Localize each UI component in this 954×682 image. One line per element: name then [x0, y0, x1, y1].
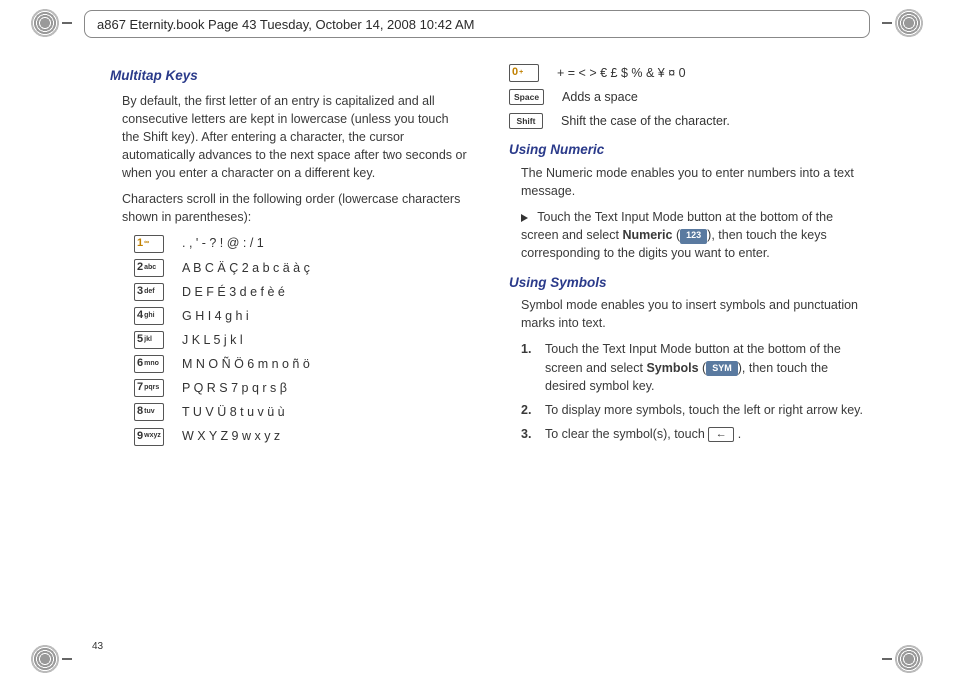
keycap-icon: 0+ [509, 64, 539, 82]
key-row: Shift Shift the case of the character. [509, 112, 868, 130]
keycap-word-icon: Shift [509, 113, 543, 129]
key-characters: M N O Ñ Ö 6 m n o ñ ö [182, 355, 310, 373]
binder-ring-icon [30, 8, 60, 38]
heading-using-numeric: Using Numeric [509, 140, 868, 160]
key-characters: J K L 5 j k l [182, 331, 243, 349]
back-arrow-button-icon: ← [708, 427, 734, 442]
key-row: 3def D E F É 3 d e f è é [134, 283, 469, 301]
step-body: To clear the symbol(s), touch ← . [545, 425, 741, 443]
heading-using-symbols: Using Symbols [509, 273, 868, 293]
key-characters: P Q R S 7 p q r s β [182, 379, 287, 397]
numeric-mode-button-icon: 123 [680, 229, 707, 244]
step-number: 3. [521, 425, 535, 443]
step-body: Touch the Text Input Mode button at the … [545, 340, 868, 394]
key-row: 5jkl J K L 5 j k l [134, 331, 469, 349]
key-characters: Shift the case of the character. [561, 112, 730, 130]
key-row: 1∞ . , ' - ? ! @ : / 1 [134, 234, 469, 252]
key-characters: D E F É 3 d e f è é [182, 283, 285, 301]
crop-mark-icon [62, 658, 72, 660]
keycap-icon: 7pqrs [134, 379, 164, 397]
key-characters: G H I 4 g h i [182, 307, 249, 325]
key-row: 4ghi G H I 4 g h i [134, 307, 469, 325]
keycap-icon: 3def [134, 283, 164, 301]
page-header-bar: a867 Eternity.book Page 43 Tuesday, Octo… [84, 10, 870, 38]
binder-ring-icon [30, 644, 60, 674]
crop-mark-icon [882, 22, 892, 24]
key-row: 0+ + = < > € £ $ % & ¥ ¤ 0 [509, 64, 868, 82]
triangle-bullet-icon [521, 214, 528, 222]
crop-mark-icon [882, 658, 892, 660]
keycap-icon: 5jkl [134, 331, 164, 349]
symbols-paragraph: Symbol mode enables you to insert symbol… [521, 296, 868, 332]
step-body: To display more symbols, touch the left … [545, 401, 863, 419]
symbols-step-2: 2. To display more symbols, touch the le… [521, 401, 868, 419]
binder-ring-icon [894, 8, 924, 38]
symbols-steps-list: 1. Touch the Text Input Mode button at t… [521, 340, 868, 443]
multitap-key-list: 1∞ . , ' - ? ! @ : / 1 2abc A B C Ä Ç 2 a b… [110, 234, 469, 445]
page-header-text: a867 Eternity.book Page 43 Tuesday, Octo… [97, 17, 475, 32]
keycap-icon: 6mno [134, 355, 164, 373]
binder-ring-icon [894, 644, 924, 674]
key-characters: + = < > € £ $ % & ¥ ¤ 0 [557, 64, 686, 82]
key-characters: W X Y Z 9 w x y z [182, 427, 280, 445]
key-row: Space Adds a space [509, 88, 868, 106]
heading-multitap-keys: Multitap Keys [110, 66, 469, 86]
symbol-mode-button-icon: SYM [706, 361, 738, 376]
step-number: 2. [521, 401, 535, 419]
keycap-icon: 8tuv [134, 403, 164, 421]
multitap-paragraph-2: Characters scroll in the following order… [122, 190, 469, 226]
key-row: 9wxyz W X Y Z 9 w x y z [134, 427, 469, 445]
numeric-bold: Numeric [622, 228, 672, 242]
key-row: 6mno M N O Ñ Ö 6 m n o ñ ö [134, 355, 469, 373]
numeric-paragraph: The Numeric mode enables you to enter nu… [521, 164, 868, 200]
special-key-list: 0+ + = < > € £ $ % & ¥ ¤ 0 Space Adds a spa… [509, 64, 868, 130]
key-characters: . , ' - ? ! @ : / 1 [182, 234, 264, 252]
keycap-icon: 1∞ [134, 235, 164, 253]
keycap-icon: 4ghi [134, 307, 164, 325]
crop-mark-icon [62, 22, 72, 24]
symbols-step-1: 1. Touch the Text Input Mode button at t… [521, 340, 868, 394]
step-number: 1. [521, 340, 535, 394]
key-characters: A B C Ä Ç 2 a b c ä à ç [182, 259, 310, 277]
key-characters: T U V Ü 8 t u v ü ù [182, 403, 285, 421]
symbols-step-3: 3. To clear the symbol(s), touch ← . [521, 425, 868, 443]
key-row: 8tuv T U V Ü 8 t u v ü ù [134, 403, 469, 421]
page-number: 43 [92, 641, 103, 652]
right-column: 0+ + = < > € £ $ % & ¥ ¤ 0 Space Adds a spa… [509, 58, 868, 632]
multitap-paragraph-1: By default, the first letter of an entry… [122, 92, 469, 183]
numeric-step: Touch the Text Input Mode button at the … [521, 208, 868, 262]
keycap-icon: 2abc [134, 259, 164, 277]
keycap-word-icon: Space [509, 89, 544, 105]
left-column: Multitap Keys By default, the first lett… [110, 58, 469, 632]
key-row: 7pqrs P Q R S 7 p q r s β [134, 379, 469, 397]
key-row: 2abc A B C Ä Ç 2 a b c ä à ç [134, 259, 469, 277]
page-content: Multitap Keys By default, the first lett… [110, 58, 868, 632]
keycap-icon: 9wxyz [134, 428, 164, 446]
key-characters: Adds a space [562, 88, 638, 106]
